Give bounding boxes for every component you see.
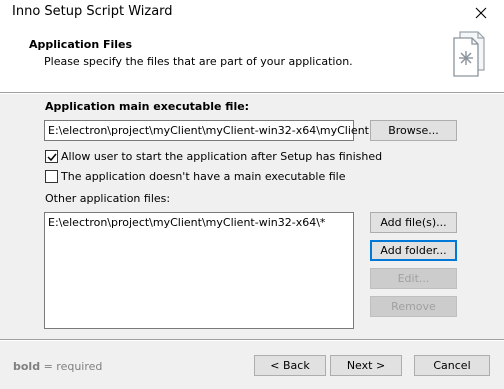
required-hint: bold = required (13, 360, 102, 373)
add-files-button[interactable]: Add file(s)... (370, 212, 457, 233)
main-exe-input[interactable]: E:\electron\project\myClient\myClient-wi… (44, 120, 392, 141)
required-hint-text: = required (40, 360, 103, 373)
close-button[interactable] (458, 0, 504, 26)
next-button[interactable]: Next > (330, 355, 402, 376)
page-title: Application Files (29, 38, 133, 51)
checkmark-icon (47, 153, 57, 162)
page-subtitle: Please specify the files that are part o… (44, 55, 353, 68)
allow-start-label[interactable]: Allow user to start the application afte… (61, 150, 382, 163)
wizard-dialog: Inno Setup Script Wizard Application Fil… (0, 0, 504, 389)
header-divider-highlight (0, 93, 504, 94)
window-title: Inno Setup Script Wizard (12, 4, 173, 19)
footer-divider-highlight (0, 340, 504, 341)
wizard-header: Application Files Please specify the fil… (0, 26, 504, 92)
main-exe-value: E:\electron\project\myClient\myClient-wi… (48, 124, 392, 137)
no-main-exe-label[interactable]: The application doesn't have a main exec… (61, 170, 346, 183)
other-files-list[interactable]: E:\electron\project\myClient\myClient-wi… (44, 212, 354, 329)
no-main-exe-checkbox[interactable] (45, 170, 58, 183)
close-icon (475, 7, 487, 19)
other-files-label: Other application files: (45, 192, 171, 205)
wizard-document-icon (453, 31, 485, 77)
edit-button[interactable]: Edit... (370, 268, 457, 289)
required-hint-bold: bold (13, 360, 41, 373)
cancel-button[interactable]: Cancel (414, 355, 490, 376)
title-bar: Inno Setup Script Wizard (0, 0, 504, 26)
back-button[interactable]: < Back (254, 355, 326, 376)
other-files-item[interactable]: E:\electron\project\myClient\myClient-wi… (48, 216, 325, 229)
remove-button[interactable]: Remove (370, 296, 457, 317)
browse-button[interactable]: Browse... (370, 120, 457, 141)
allow-start-checkbox[interactable] (45, 150, 58, 163)
main-exe-label: Application main executable file: (45, 100, 250, 113)
add-folder-button[interactable]: Add folder... (370, 240, 457, 261)
